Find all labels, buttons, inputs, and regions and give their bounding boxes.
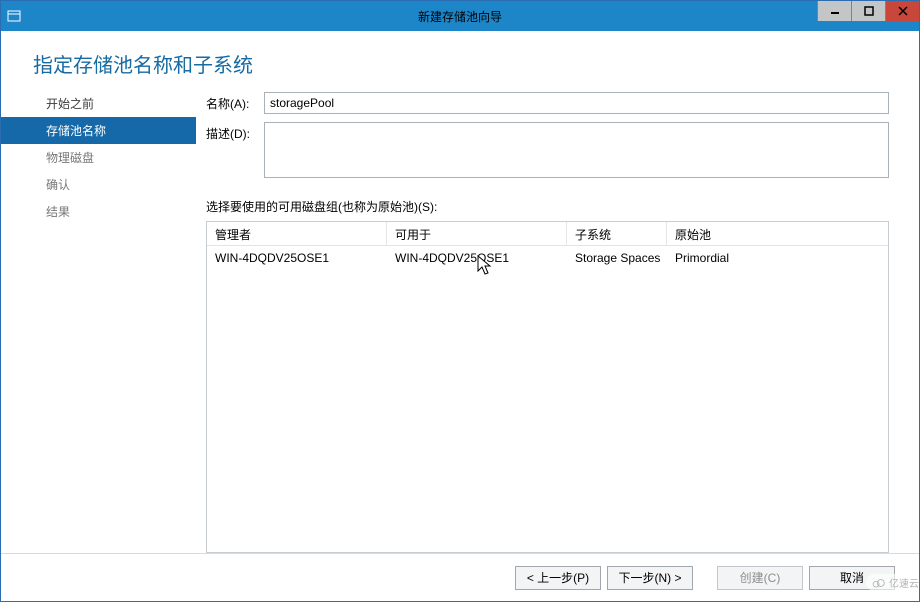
close-button[interactable]: [885, 1, 919, 21]
description-row: 描述(D):: [206, 122, 889, 178]
step-results: 结果: [1, 198, 196, 225]
content-layout: 开始之前 存储池名称 物理磁盘 确认 结果 名称(A): 描述(D): 选择要使…: [1, 88, 919, 553]
col-primordial-pool[interactable]: 原始池: [667, 222, 888, 245]
footer-bar: < 上一步(P) 下一步(N) > 创建(C) 取消: [1, 553, 919, 601]
step-physical-disks: 物理磁盘: [1, 144, 196, 171]
disk-group-table[interactable]: 管理者 可用于 子系统 原始池 WIN-4DQDV25OSE1 WIN-4DQD…: [206, 221, 889, 553]
app-icon: [1, 9, 27, 23]
watermark-text: 亿速云: [889, 575, 919, 590]
description-input[interactable]: [264, 122, 889, 178]
window-title: 新建存储池向导: [1, 8, 919, 25]
wizard-window: 新建存储池向导 指定存储池名称和子系统 开始之前 存储池名称 物理磁盘 确认 结…: [0, 0, 920, 602]
maximize-button[interactable]: [851, 1, 885, 21]
cell-primordial: Primordial: [667, 247, 787, 269]
cell-available-to: WIN-4DQDV25OSE1: [387, 247, 567, 269]
watermark: 亿速云: [866, 574, 920, 591]
cell-managed-by: WIN-4DQDV25OSE1: [207, 247, 387, 269]
create-button: 创建(C): [717, 566, 803, 590]
description-label: 描述(D):: [206, 122, 264, 142]
step-before-begin[interactable]: 开始之前: [1, 90, 196, 117]
cell-subsystem: Storage Spaces: [567, 247, 667, 269]
page-heading: 指定存储池名称和子系统: [1, 31, 919, 88]
name-row: 名称(A):: [206, 92, 889, 114]
system-buttons: [817, 1, 919, 21]
step-pool-name[interactable]: 存储池名称: [1, 117, 196, 144]
wizard-body: 指定存储池名称和子系统 开始之前 存储池名称 物理磁盘 确认 结果 名称(A):…: [1, 31, 919, 601]
col-available-to[interactable]: 可用于: [387, 222, 567, 245]
step-confirm: 确认: [1, 171, 196, 198]
table-header: 管理者 可用于 子系统 原始池: [207, 222, 888, 246]
steps-sidebar: 开始之前 存储池名称 物理磁盘 确认 结果: [1, 88, 196, 553]
name-input[interactable]: [264, 92, 889, 114]
col-subsystem[interactable]: 子系统: [567, 222, 667, 245]
disk-group-label: 选择要使用的可用磁盘组(也称为原始池)(S):: [206, 198, 889, 215]
previous-button[interactable]: < 上一步(P): [515, 566, 601, 590]
name-label: 名称(A):: [206, 92, 264, 112]
minimize-button[interactable]: [817, 1, 851, 21]
main-panel: 名称(A): 描述(D): 选择要使用的可用磁盘组(也称为原始池)(S): 管理…: [196, 88, 919, 553]
table-row[interactable]: WIN-4DQDV25OSE1 WIN-4DQDV25OSE1 Storage …: [207, 246, 888, 270]
titlebar: 新建存储池向导: [1, 1, 919, 31]
next-button[interactable]: 下一步(N) >: [607, 566, 693, 590]
col-managed-by[interactable]: 管理者: [207, 222, 387, 245]
